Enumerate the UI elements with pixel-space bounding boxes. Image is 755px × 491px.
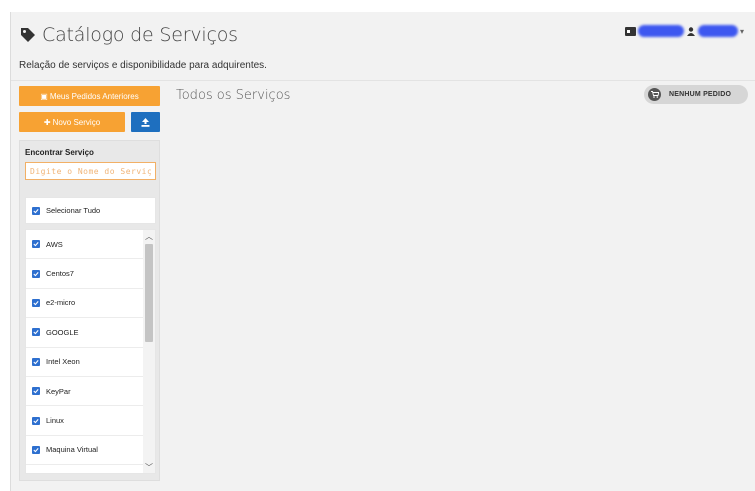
list-item-label: e2-micro (46, 298, 76, 308)
upload-icon (141, 117, 150, 127)
list-item[interactable]: KeyPar (26, 377, 143, 407)
page-title: Catálogo de Serviços (42, 24, 238, 46)
page-title-group: Catálogo de Serviços (19, 24, 238, 46)
checkbox-icon[interactable] (32, 416, 40, 425)
header: Catálogo de Serviços ▾ (11, 12, 755, 56)
upload-button[interactable] (131, 112, 160, 132)
orders-badge-label: NENHUM PEDIDO (669, 91, 732, 98)
sidebar: ▣ Meus Pedidos Anteriores ✚ Novo Serviço… (19, 86, 161, 481)
list-item-label: Linux (46, 416, 64, 426)
cart-icon (648, 88, 661, 101)
user-icon (686, 26, 695, 36)
list-item-label: KeyPar (46, 386, 71, 396)
plus-icon: ✚ (43, 117, 51, 127)
list-item[interactable]: Linux (26, 406, 143, 436)
id-card-icon (624, 26, 636, 36)
previous-orders-icon: ▣ (40, 91, 48, 101)
checkbox-icon[interactable] (32, 298, 40, 307)
redacted-account (637, 25, 684, 37)
previous-orders-label: Meus Pedidos Anteriores (49, 91, 139, 101)
orders-badge-button[interactable]: NENHUM PEDIDO (644, 85, 748, 104)
new-service-label: Novo Serviço (52, 117, 101, 127)
service-filter-panel: Encontrar Serviço Selecionar Tudo AWS Ce… (19, 140, 160, 481)
list-item[interactable]: Maquina Virtual (26, 436, 143, 466)
list-item[interactable]: GOOGLE (26, 318, 143, 348)
chevron-down-icon[interactable]: ▾ (740, 27, 744, 36)
main-section-title: Todos os Serviços (176, 88, 291, 103)
select-all-row[interactable]: Selecionar Tudo (25, 197, 156, 224)
checkbox-icon[interactable] (32, 445, 40, 454)
redacted-username (697, 25, 738, 37)
list-item-label: Intel Xeon (46, 357, 80, 367)
chevron-down-icon[interactable]: ﹀ (143, 461, 155, 473)
checkbox-icon[interactable] (32, 269, 40, 278)
checkbox-icon[interactable] (32, 240, 40, 249)
list-item[interactable]: AWS (26, 230, 143, 260)
list-item-label: AWS (46, 239, 63, 249)
new-service-button[interactable]: ✚ Novo Serviço (19, 112, 125, 132)
user-menu[interactable]: ▾ (624, 25, 744, 37)
list-item[interactable]: e2-micro (26, 289, 143, 319)
previous-orders-button[interactable]: ▣ Meus Pedidos Anteriores (19, 86, 160, 106)
list-item-label: Maquina Virtual (46, 445, 98, 455)
checkbox-icon[interactable] (32, 357, 40, 366)
list-scrollbar[interactable]: ︿ ﹀ (143, 230, 155, 473)
page: Catálogo de Serviços ▾ Relação de serviç… (10, 12, 755, 491)
scroll-thumb[interactable] (145, 244, 153, 342)
checkbox-icon[interactable] (32, 206, 40, 215)
tag-icon (21, 28, 35, 42)
chevron-up-icon[interactable]: ︿ (143, 230, 155, 242)
search-input[interactable] (25, 162, 156, 180)
find-service-label: Encontrar Serviço (25, 148, 94, 157)
list-item[interactable]: Centos7 (26, 259, 143, 289)
service-list: AWS Centos7 e2-micro GOOGLE Intel Xeon K… (25, 229, 156, 474)
header-divider (11, 80, 755, 81)
list-item-label: Centos7 (46, 269, 74, 279)
checkbox-icon[interactable] (32, 328, 40, 337)
list-item-label: GOOGLE (46, 327, 79, 337)
page-subtitle: Relação de serviços e disponibilidade pa… (19, 60, 267, 71)
select-all-label: Selecionar Tudo (46, 206, 101, 215)
checkbox-icon[interactable] (32, 387, 40, 396)
list-item[interactable]: Intel Xeon (26, 348, 143, 377)
